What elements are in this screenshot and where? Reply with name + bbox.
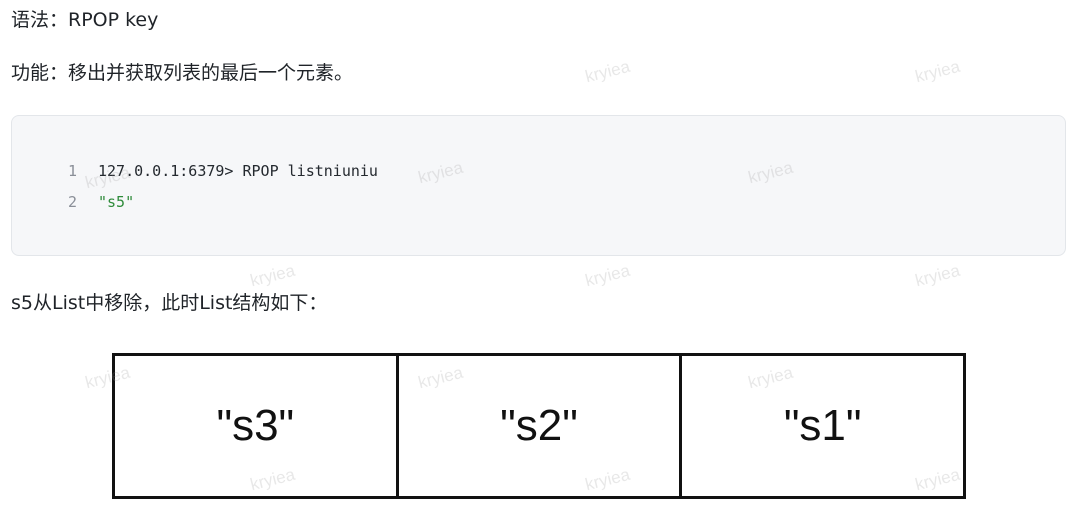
syntax-text: 语法：RPOP key — [11, 9, 159, 31]
watermark: kryiea — [913, 56, 962, 87]
list-structure-diagram: "s3" "s2" "s1" — [112, 353, 966, 499]
code-block: 1 127.0.0.1:6379> RPOP listniuniu 2 "s5" — [11, 115, 1066, 256]
note-text: s5从List中移除，此时List结构如下： — [11, 292, 328, 314]
list-cell: "s2" — [395, 356, 680, 496]
code-line: 1 127.0.0.1:6379> RPOP listniuniu — [68, 161, 378, 181]
list-cell: "s3" — [216, 401, 295, 450]
function-description: 功能：移出并获取列表的最后一个元素。 — [11, 62, 354, 84]
watermark: kryiea — [583, 56, 632, 87]
code-line: 2 "s5" — [68, 192, 134, 212]
code-command: 127.0.0.1:6379> RPOP listniuniu — [98, 162, 378, 180]
line-number: 1 — [68, 162, 78, 180]
list-cell: "s1" — [679, 356, 963, 496]
code-output: "s5" — [98, 193, 135, 211]
line-number: 2 — [68, 193, 78, 211]
watermark: kryiea — [913, 260, 962, 291]
watermark: kryiea — [583, 260, 632, 291]
watermark: kryiea — [248, 260, 297, 291]
